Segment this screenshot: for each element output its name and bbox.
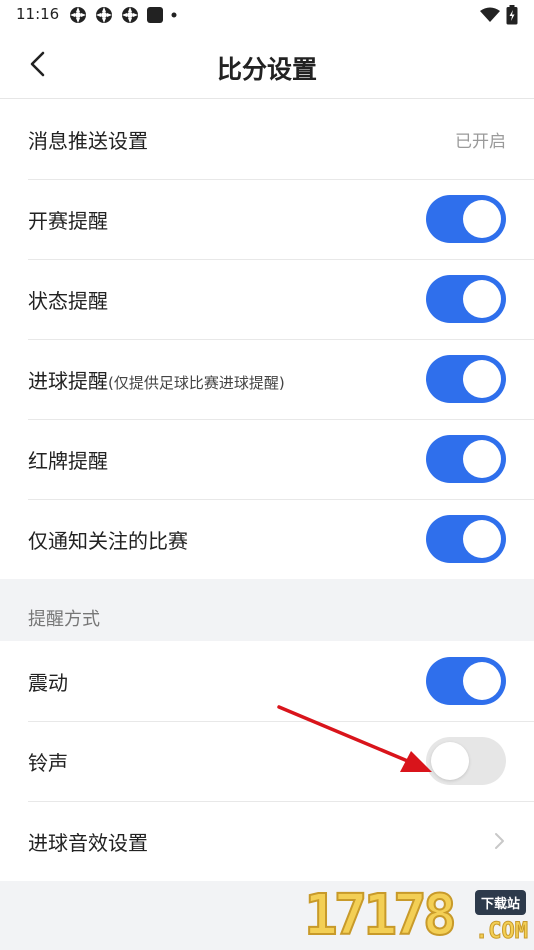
goal-toggle[interactable] bbox=[426, 355, 506, 403]
notification-label: 红牌提醒 bbox=[28, 448, 108, 473]
back-button[interactable] bbox=[22, 48, 54, 80]
notification-row: 进球提醒(仅提供足球比赛进球提醒) bbox=[0, 339, 534, 419]
notification-settings-group: 消息推送设置 已开启 开赛提醒 状态提醒 进球提醒(仅提供足球比赛进球提醒) 红… bbox=[0, 99, 534, 579]
dot-icon bbox=[171, 12, 177, 18]
app-notification-icon bbox=[122, 7, 138, 23]
ringtone-row: 铃声 bbox=[0, 721, 534, 801]
nav-bar: 比分设置 bbox=[0, 30, 534, 99]
ringtone-toggle[interactable] bbox=[426, 737, 506, 785]
red-card-toggle[interactable] bbox=[426, 435, 506, 483]
notification-row: 红牌提醒 bbox=[0, 419, 534, 499]
notification-row: 仅通知关注的比赛 bbox=[0, 499, 534, 579]
toggle-knob bbox=[463, 200, 501, 238]
app-notification-icon bbox=[96, 7, 112, 23]
wifi-icon bbox=[480, 7, 500, 22]
status-time: 11:16 bbox=[16, 5, 60, 23]
section-header: 提醒方式 bbox=[0, 579, 534, 641]
chevron-left-icon bbox=[30, 51, 45, 77]
notification-label: 仅通知关注的比赛 bbox=[28, 528, 188, 553]
push-settings-row[interactable]: 消息推送设置 已开启 bbox=[0, 99, 534, 179]
notification-row: 开赛提醒 bbox=[0, 179, 534, 259]
vibrate-toggle[interactable] bbox=[426, 657, 506, 705]
push-settings-label: 消息推送设置 bbox=[28, 128, 148, 153]
goal-reminder-note: (仅提供足球比赛进球提醒) bbox=[108, 373, 285, 392]
status-toggle[interactable] bbox=[426, 275, 506, 323]
battery-icon bbox=[506, 5, 518, 25]
vibrate-label: 震动 bbox=[28, 670, 68, 695]
toggle-knob bbox=[431, 742, 469, 780]
toggle-knob bbox=[463, 662, 501, 700]
notification-label: 开赛提醒 bbox=[28, 208, 108, 233]
notification-label: 进球提醒(仅提供足球比赛进球提醒) bbox=[28, 368, 285, 393]
status-notification-icons bbox=[68, 5, 178, 25]
watermark-suffix: .COM bbox=[475, 919, 529, 945]
notification-row: 状态提醒 bbox=[0, 259, 534, 339]
followed-only-toggle[interactable] bbox=[426, 515, 506, 563]
push-settings-status: 已开启 bbox=[455, 131, 506, 152]
site-watermark: 17178 下载站 .COM bbox=[303, 883, 530, 948]
page-title: 比分设置 bbox=[216, 55, 317, 84]
goal-sound-settings-row[interactable]: 进球音效设置 bbox=[0, 801, 534, 881]
goal-sound-settings-label: 进球音效设置 bbox=[28, 830, 148, 855]
watermark-tag: 下载站 bbox=[474, 890, 526, 915]
status-right-icons bbox=[480, 5, 518, 25]
match-start-toggle[interactable] bbox=[426, 195, 506, 243]
toggle-knob bbox=[463, 360, 501, 398]
vibrate-row: 震动 bbox=[0, 641, 534, 721]
status-bar: 11:16 bbox=[0, 0, 534, 30]
notification-label: 状态提醒 bbox=[28, 288, 108, 313]
square-notification-icon bbox=[147, 7, 163, 23]
ringtone-label: 铃声 bbox=[28, 750, 68, 775]
toggle-knob bbox=[463, 280, 501, 318]
chevron-right-icon bbox=[495, 833, 504, 849]
toggle-knob bbox=[463, 520, 501, 558]
watermark-digits: 17178 bbox=[303, 883, 458, 948]
toggle-knob bbox=[463, 440, 501, 478]
reminder-method-group: 震动 铃声 进球音效设置 bbox=[0, 641, 534, 881]
app-notification-icon bbox=[70, 7, 86, 23]
